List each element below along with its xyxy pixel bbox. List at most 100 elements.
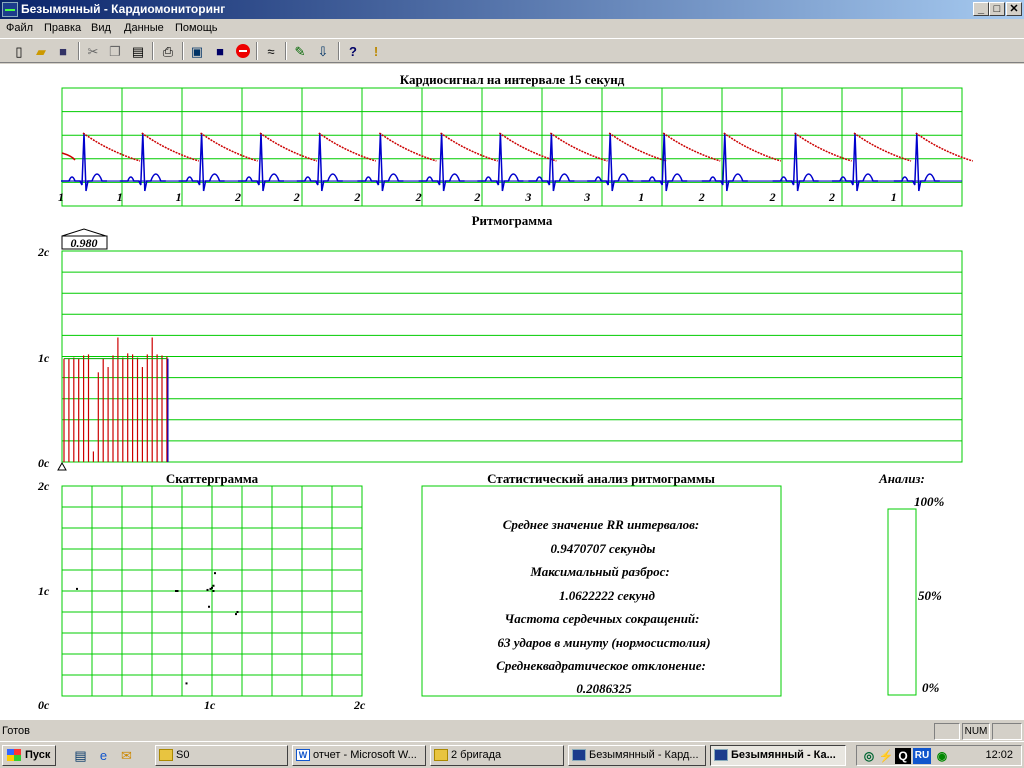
stats-title: Статистический анализ ритмограммы [487,471,715,486]
task-label: Безымянный - Кард... [589,749,699,761]
toolbar-separator [285,42,287,60]
cardio-grid [61,87,963,207]
stats-hr-value: 63 ударов в минуту (нормосистолия) [497,635,710,650]
decay-curve [378,132,437,162]
scatter-point [235,613,237,616]
cardio-title: Кардиосигнал на интервале 15 секунд [400,72,625,87]
rhythm-y-label-1: 1с [38,351,50,365]
print-icon[interactable]: ⎙ [159,42,177,60]
stats-range-label: Максимальный разброс: [529,564,669,579]
status-panel-num: NUM [962,723,990,740]
app-icon[interactable] [2,2,18,17]
save-icon[interactable]: ■ [54,42,72,60]
menu-file[interactable]: Файл [6,22,33,34]
rhythm-y-label-2: 2с [37,245,50,259]
grid-frame [61,87,963,207]
outlook-icon[interactable]: ✉ [118,747,135,764]
cut-icon[interactable]: ✂ [84,42,102,60]
disk-icon[interactable]: ■ [211,42,229,60]
decay-curve [82,132,141,162]
stats-std-label: Среднеквадратическое отклонение: [496,658,706,673]
scatter-point [212,590,215,592]
language-indicator[interactable]: RU [913,748,931,764]
scatter-y-label-2: 2с [37,479,50,493]
edit-icon[interactable]: ✎ [291,42,309,60]
window-title: Безымянный - Кардиомониторинг [21,2,226,16]
beat-label: 2 [473,190,480,204]
quicktime-icon[interactable]: Q [895,748,911,764]
task-cardio-1[interactable]: Безымянный - Кард... [568,745,706,766]
beat-label: 2 [828,190,835,204]
stats-mean-label: Среднее значение RR интервалов: [503,517,700,532]
scatter-title: Скаттерграмма [166,471,259,486]
show-desktop-icon[interactable]: ▤ [72,747,89,764]
antivirus-icon[interactable]: ⚡ [878,748,894,764]
beat-label: 1 [176,190,182,204]
signal-icon[interactable]: ≈ [262,42,280,60]
beat-label: 2 [769,190,776,204]
cardio-beat-labels: 1 1 1 2 2 2 2 2 3 3 1 2 2 2 1 [58,190,897,204]
task-word-report[interactable]: W отчет - Microsoft W... [292,745,426,766]
new-icon[interactable]: ▯ [10,42,28,60]
marker-arrow-icon[interactable] [61,228,107,237]
menu-bar: Файл Правка Вид Данные Помощь [0,19,1024,38]
menu-help[interactable]: Помощь [175,22,218,34]
stop-icon[interactable] [234,42,252,60]
toolbar-separator [256,42,258,60]
minimize-button[interactable]: _ [973,2,989,16]
scatter-x-label-2: 2с [353,698,366,712]
network-icon[interactable]: ◎ [861,748,877,764]
word-icon: W [296,749,310,761]
task-brigade[interactable]: 2 бригада [430,745,564,766]
beat-label: 2 [698,190,705,204]
help-icon[interactable]: ? [344,42,362,60]
scatter-point [176,590,179,592]
beat-label: 2 [353,190,360,204]
copy-icon[interactable]: ❐ [106,42,124,60]
internet-explorer-icon[interactable]: e [95,747,112,764]
task-cardio-2[interactable]: Безымянный - Ка... [710,745,846,766]
toolbar-separator [182,42,184,60]
stats-std-value: 0.2086325 [576,681,632,696]
scatter-x-label-1: 1с [204,698,216,712]
analysis-gauge [887,508,917,696]
client-area: Кардиосигнал на интервале 15 секунд 1 1 1 2… [0,64,1024,720]
task-label: S0 [176,749,190,761]
folder-icon [434,749,448,761]
status-panel-caps [934,723,960,740]
globe-icon[interactable]: ◉ [934,748,950,764]
task-label: отчет - Microsoft W... [313,749,417,761]
task-s0[interactable]: S0 [155,745,288,766]
open-icon[interactable]: ▰ [32,42,50,60]
stats-hr-label: Частота сердечных сокращений: [505,611,700,626]
export-icon[interactable]: ⇩ [314,42,332,60]
decay-curve [723,132,782,162]
rhythmogram-title: Ритмограмма [472,213,553,228]
menu-data[interactable]: Данные [124,22,164,34]
status-bar: Готов NUM [0,722,1024,741]
decay-curve [440,132,498,162]
beat-label: 1 [638,190,644,204]
scatter-point [211,586,213,589]
scatter-point [206,588,209,591]
menu-view[interactable]: Вид [91,22,111,34]
stats-range-value: 1.0622222 секунд [559,588,655,603]
scatter-point [214,572,216,575]
status-panel-scroll [992,723,1022,740]
scatter-grid [61,485,363,697]
maximize-button[interactable]: □ [989,2,1005,16]
beat-label: 3 [583,190,590,204]
paste-icon[interactable]: ▤ [129,42,147,60]
cardio-app-icon [714,749,728,761]
start-button[interactable]: Пуск [2,745,56,766]
scroll-marker-icon[interactable] [57,461,67,471]
decay-curve [549,132,608,162]
close-button[interactable]: ✕ [1006,2,1022,16]
monitor-icon[interactable]: ▣ [188,42,206,60]
toolbar-separator [78,42,80,60]
menu-edit[interactable]: Правка [44,22,81,34]
title-bar: Безымянный - Кардиомониторинг _ □ ✕ [0,0,1024,19]
task-label: 2 бригада [451,749,502,761]
scatter-y-label-0: 0с [38,698,50,712]
exclamation-icon[interactable]: ! [367,42,385,60]
